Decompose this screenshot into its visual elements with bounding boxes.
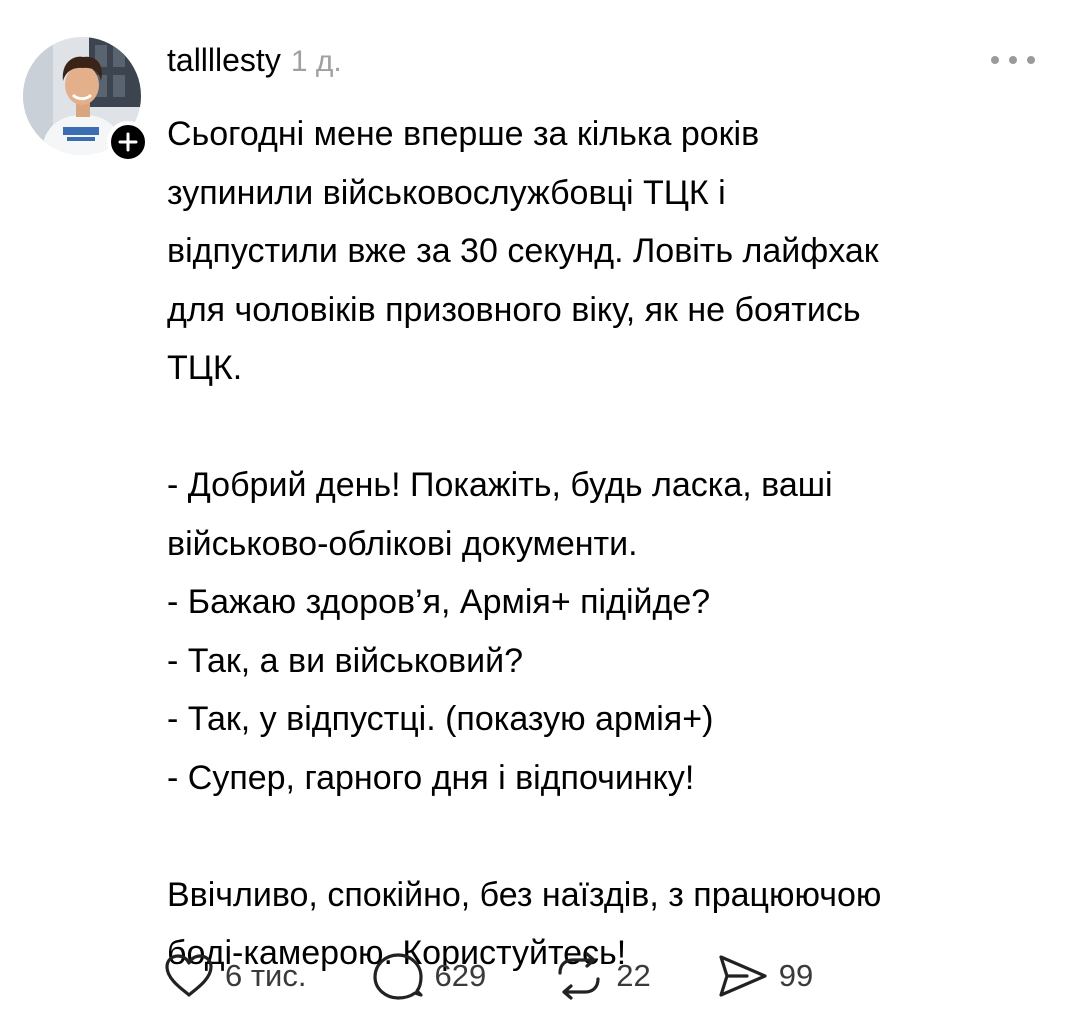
- text-line: військово-облікові документи.: [167, 524, 638, 563]
- heart-icon: [165, 954, 213, 997]
- share-count: 99: [778, 958, 814, 993]
- text-line: зупинили військовослужбовці ТЦК і: [167, 173, 726, 212]
- comment-button[interactable]: 629: [372, 951, 486, 1001]
- text-line: відпустили вже за 30 секунд. Ловіть лайф…: [167, 232, 879, 270]
- text-line: - Супер, гарного дня і відпочинку!: [167, 758, 695, 797]
- post-timestamp: 1 д.: [290, 45, 342, 78]
- comment-count: 629: [434, 958, 487, 993]
- follow-button[interactable]: [107, 121, 149, 163]
- like-count: 6 тис.: [225, 958, 307, 993]
- speech-bubble-icon: [373, 953, 424, 1000]
- text-line: для чоловіків призовного віку, як не боя…: [167, 290, 861, 329]
- repost-button[interactable]: 22: [552, 951, 651, 1001]
- like-button[interactable]: 6 тис.: [163, 952, 306, 1000]
- paragraph-dialogue: - Добрий день! Покажіть, будь ласка, ваш…: [167, 456, 1057, 807]
- action-bar: 6 тис. 629 22 99: [163, 946, 813, 1006]
- post-body: Сьогодні мене вперше за кілька років зуп…: [167, 105, 1057, 983]
- avatar-container: [23, 37, 149, 163]
- paragraph-intro: Сьогодні мене вперше за кілька років зуп…: [167, 105, 1057, 398]
- text-line: - Так, а ви військовий?: [167, 641, 523, 680]
- repost-count: 22: [616, 958, 651, 993]
- plus-icon: [118, 132, 138, 152]
- text-line: ТЦК.: [167, 349, 243, 387]
- text-line: - Бажаю здоров’я, Армія+ підійде?: [167, 583, 711, 621]
- thread-post: tallllesty 1 д. Сьогодні мене вперше за …: [0, 0, 1079, 1032]
- text-line: Сьогодні мене вперше за кілька років: [167, 115, 760, 153]
- text-line: - Добрий день! Покажіть, будь ласка, ваш…: [167, 466, 833, 504]
- username[interactable]: tallllesty: [167, 42, 281, 79]
- more-options-button[interactable]: [988, 48, 1038, 72]
- repost-icon: [558, 952, 600, 1000]
- text-line: - Так, у відпустці. (показую армія+): [167, 700, 714, 738]
- share-button[interactable]: 99: [717, 952, 813, 1000]
- text-line: Ввічливо, спокійно, без наїздів, з працю…: [167, 875, 882, 914]
- ellipsis-icon: [991, 56, 1035, 64]
- post-header: tallllesty 1 д.: [167, 42, 342, 86]
- paper-plane-icon: [719, 955, 767, 997]
